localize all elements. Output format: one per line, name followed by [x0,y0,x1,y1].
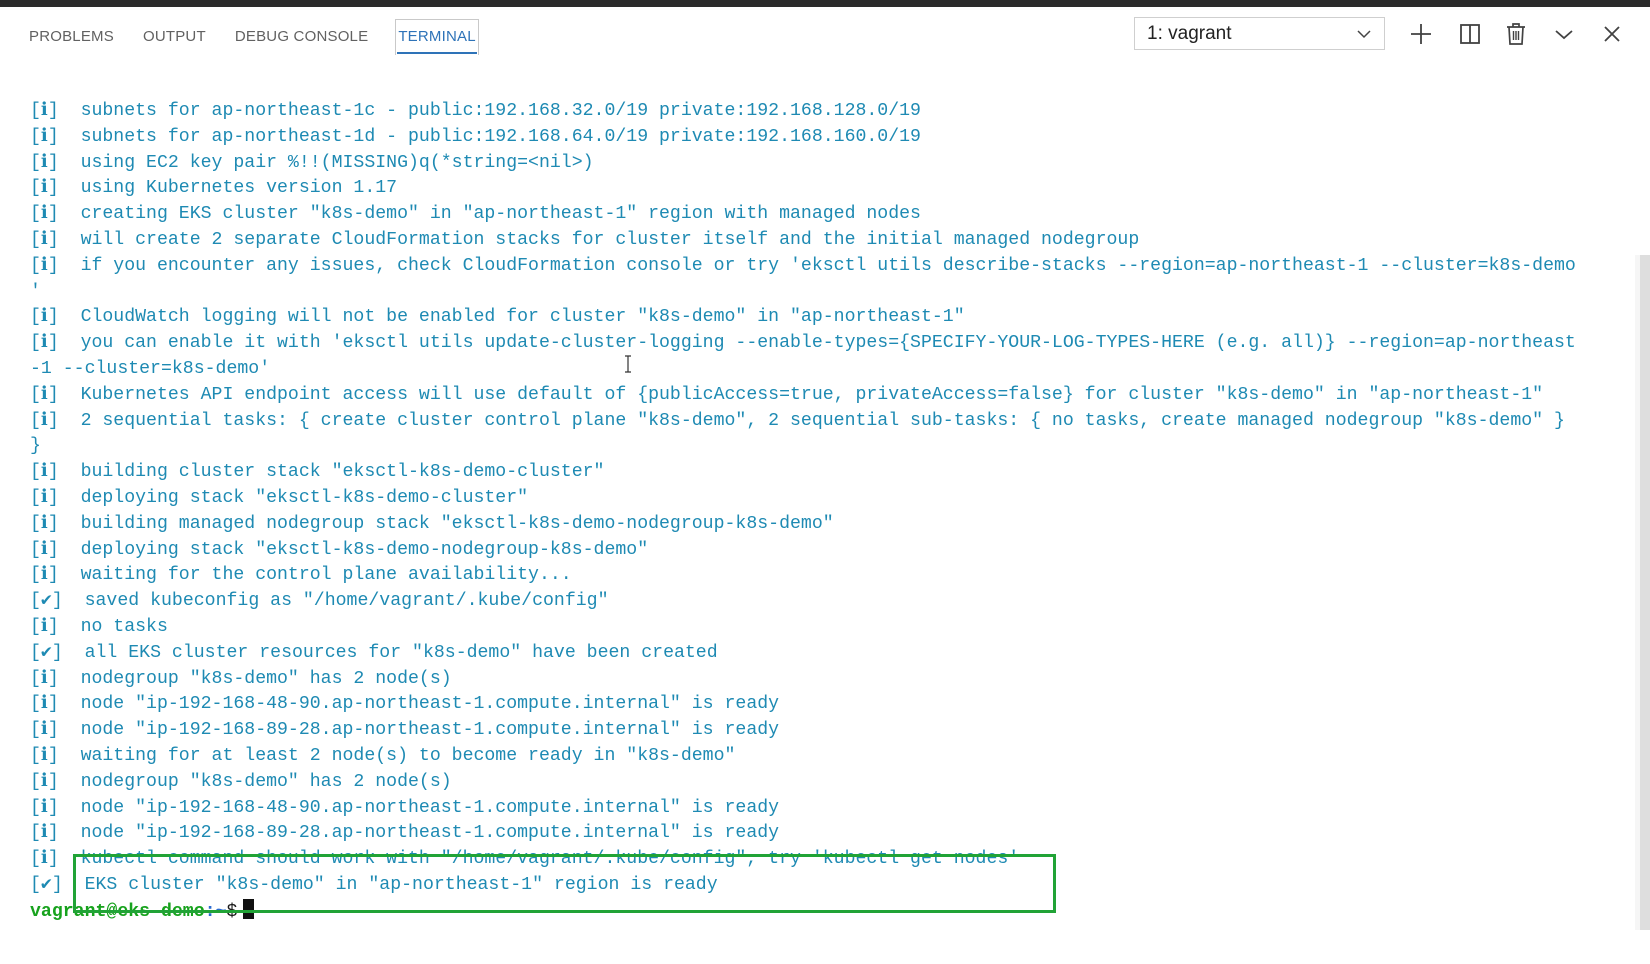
terminal-line: [ℹ] waiting for the control plane availa… [30,565,572,586]
trash-icon [1507,23,1525,45]
terminal-line: [✔] EKS cluster "k8s-demo" in "ap-northe… [30,874,718,895]
terminal-line: [ℹ] building managed nodegroup stack "ek… [30,513,834,534]
terminal-cursor [243,898,255,919]
terminal-line: [ℹ] node "ip-192-168-48-90.ap-northeast-… [30,694,780,715]
terminal-line: [ℹ] using Kubernetes version 1.17 [30,178,398,199]
panel-tabs: PROBLEMS OUTPUT DEBUG CONSOLE TERMINAL [29,19,506,55]
terminal-instance-select[interactable]: 1: vagrant [1134,17,1385,50]
terminal-line: [ℹ] building cluster stack "eksctl-k8s-d… [30,462,605,483]
terminal-line: [ℹ] will create 2 separate CloudFormatio… [30,229,1140,250]
prompt-symbol: $ [226,901,238,922]
terminal-instance-value: 1: vagrant [1147,22,1232,44]
terminal-line: [ℹ] deploying stack "eksctl-k8s-demo-clu… [30,487,529,508]
terminal-line: ' [30,281,41,302]
terminal-line: [ℹ] using EC2 key pair %!!(MISSING)q(*st… [30,152,594,173]
prompt-user-host: vagrant@eks-demo [30,901,205,922]
terminal-line: [ℹ] node "ip-192-168-89-28.ap-northeast-… [30,720,780,741]
plus-icon [1411,24,1431,44]
terminal-output[interactable]: [ℹ] subnets for ap-northeast-1c - public… [0,99,1622,934]
maximize-panel-button[interactable] [1551,21,1577,47]
terminal-line: [ℹ] CloudWatch logging will not be enabl… [30,307,965,328]
split-terminal-button[interactable] [1457,21,1483,47]
split-terminal-icon [1460,24,1480,44]
kill-terminal-button[interactable] [1503,21,1529,47]
tab-problems[interactable]: PROBLEMS [29,26,114,52]
terminal-line: [ℹ] kubectl command should work with "/h… [30,849,1020,870]
terminal-line: [ℹ] nodegroup "k8s-demo" has 2 node(s) [30,771,452,792]
terminal-line: [ℹ] node "ip-192-168-89-28.ap-northeast-… [30,823,780,844]
chevron-down-icon [1555,30,1573,40]
terminal-line: [ℹ] no tasks [30,616,168,637]
close-panel-button[interactable] [1599,21,1625,47]
terminal-line: [ℹ] subnets for ap-northeast-1c - public… [30,101,921,121]
terminal-line: [ℹ] you can enable it with 'eksctl utils… [30,333,1576,354]
panel-header: PROBLEMS OUTPUT DEBUG CONSOLE TERMINAL 1… [0,7,1650,69]
tab-output[interactable]: OUTPUT [143,26,206,52]
terminal-line: [ℹ] creating EKS cluster "k8s-demo" in "… [30,204,921,225]
terminal-line: [ℹ] deploying stack "eksctl-k8s-demo-nod… [30,539,649,560]
terminal-line: } [30,436,41,457]
prompt-path: :~ [204,901,227,922]
terminal-line: [ℹ] node "ip-192-168-48-90.ap-northeast-… [30,797,780,818]
close-icon [1604,26,1620,42]
text-cursor-icon [625,355,631,373]
window-top-border [0,0,1650,7]
new-terminal-button[interactable] [1408,21,1434,47]
terminal-line: [ℹ] subnets for ap-northeast-1d - public… [30,126,921,147]
terminal-line: [ℹ] Kubernetes API endpoint access will … [30,384,1544,405]
tab-terminal[interactable]: TERMINAL [395,19,480,55]
chevron-down-icon [1357,30,1371,39]
terminal-line: [ℹ] if you encounter any issues, check C… [30,255,1576,276]
terminal-line: [ℹ] nodegroup "k8s-demo" has 2 node(s) [30,668,452,689]
terminal-line: [✔] saved kubeconfig as "/home/vagrant/.… [30,591,609,612]
terminal-line: -1 --cluster=k8s-demo' [30,358,271,379]
terminal-line: [ℹ] waiting for at least 2 node(s) to be… [30,745,736,766]
scrollbar-thumb[interactable] [1640,255,1650,930]
tab-debug-console[interactable]: DEBUG CONSOLE [235,26,368,52]
terminal-line: [✔] all EKS cluster resources for "k8s-d… [30,642,718,663]
terminal-prompt: vagrant@eks-demo:~$ [0,898,1622,925]
terminal-line: [ℹ] 2 sequential tasks: { create cluster… [30,410,1565,431]
